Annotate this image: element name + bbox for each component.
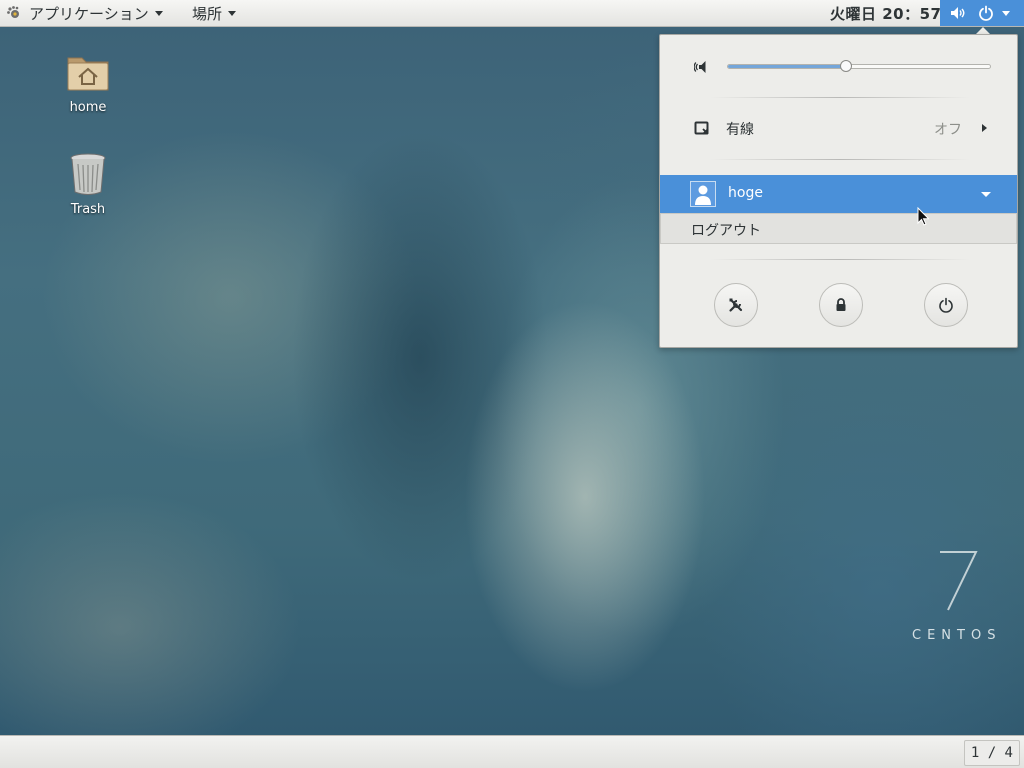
trash-icon xyxy=(68,152,108,196)
lock-icon xyxy=(833,297,849,313)
separator xyxy=(710,259,970,260)
speaker-icon[interactable] xyxy=(693,59,710,75)
power-icon xyxy=(978,5,994,21)
lock-button[interactable] xyxy=(819,283,863,327)
chevron-down-icon xyxy=(154,10,163,16)
desktop-icon-label: home xyxy=(69,100,107,115)
top-bar: アプリケーション 場所 火曜日 20：57 xyxy=(0,0,1024,27)
chevron-right-icon xyxy=(982,124,987,132)
home-folder-icon xyxy=(65,50,111,94)
volume-slider-handle[interactable] xyxy=(839,60,852,72)
desktop-icon-label: Trash xyxy=(70,202,106,217)
system-menu: 有線 オフ hoge ログアウト xyxy=(659,34,1018,348)
desktop-icon-trash[interactable]: Trash xyxy=(40,152,136,217)
applications-menu[interactable]: アプリケーション xyxy=(6,0,163,26)
applications-menu-label: アプリケーション xyxy=(29,4,149,23)
separator xyxy=(710,97,970,98)
mouse-cursor-icon xyxy=(917,206,930,231)
places-menu-label: 場所 xyxy=(192,4,223,23)
system-status-menu[interactable] xyxy=(940,0,1024,26)
gnome-foot-icon xyxy=(6,5,22,21)
centos-version-logo xyxy=(936,548,982,618)
chevron-down-icon xyxy=(228,10,237,16)
volume-icon xyxy=(950,5,966,21)
settings-icon xyxy=(728,297,744,313)
chevron-down-icon xyxy=(1002,10,1010,16)
separator xyxy=(710,159,970,160)
places-menu[interactable]: 場所 xyxy=(192,0,237,26)
wired-network-status: オフ xyxy=(934,122,962,138)
chevron-down-icon xyxy=(981,192,991,197)
avatar-icon xyxy=(690,181,716,207)
clock[interactable]: 火曜日 20：57 xyxy=(830,0,941,26)
volume-slider[interactable] xyxy=(727,60,991,72)
settings-button[interactable] xyxy=(714,283,758,327)
user-menu-item[interactable]: hoge xyxy=(660,175,1017,213)
wired-network-icon xyxy=(694,120,710,136)
workspace-indicator[interactable]: 1 / 4 xyxy=(963,740,1020,766)
centos-wordmark: CENTOS xyxy=(912,628,1002,643)
desktop-icon-home[interactable]: home xyxy=(40,50,136,115)
logout-label: ログアウト xyxy=(691,223,761,239)
volume-slider-fill xyxy=(728,65,846,68)
wired-network-label: 有線 xyxy=(726,122,754,138)
bottom-bar: 1 / 4 xyxy=(0,735,1024,768)
logout-menu-item[interactable]: ログアウト xyxy=(660,213,1017,244)
power-icon xyxy=(938,297,954,313)
power-off-button[interactable] xyxy=(924,283,968,327)
user-name: hoge xyxy=(728,185,763,201)
